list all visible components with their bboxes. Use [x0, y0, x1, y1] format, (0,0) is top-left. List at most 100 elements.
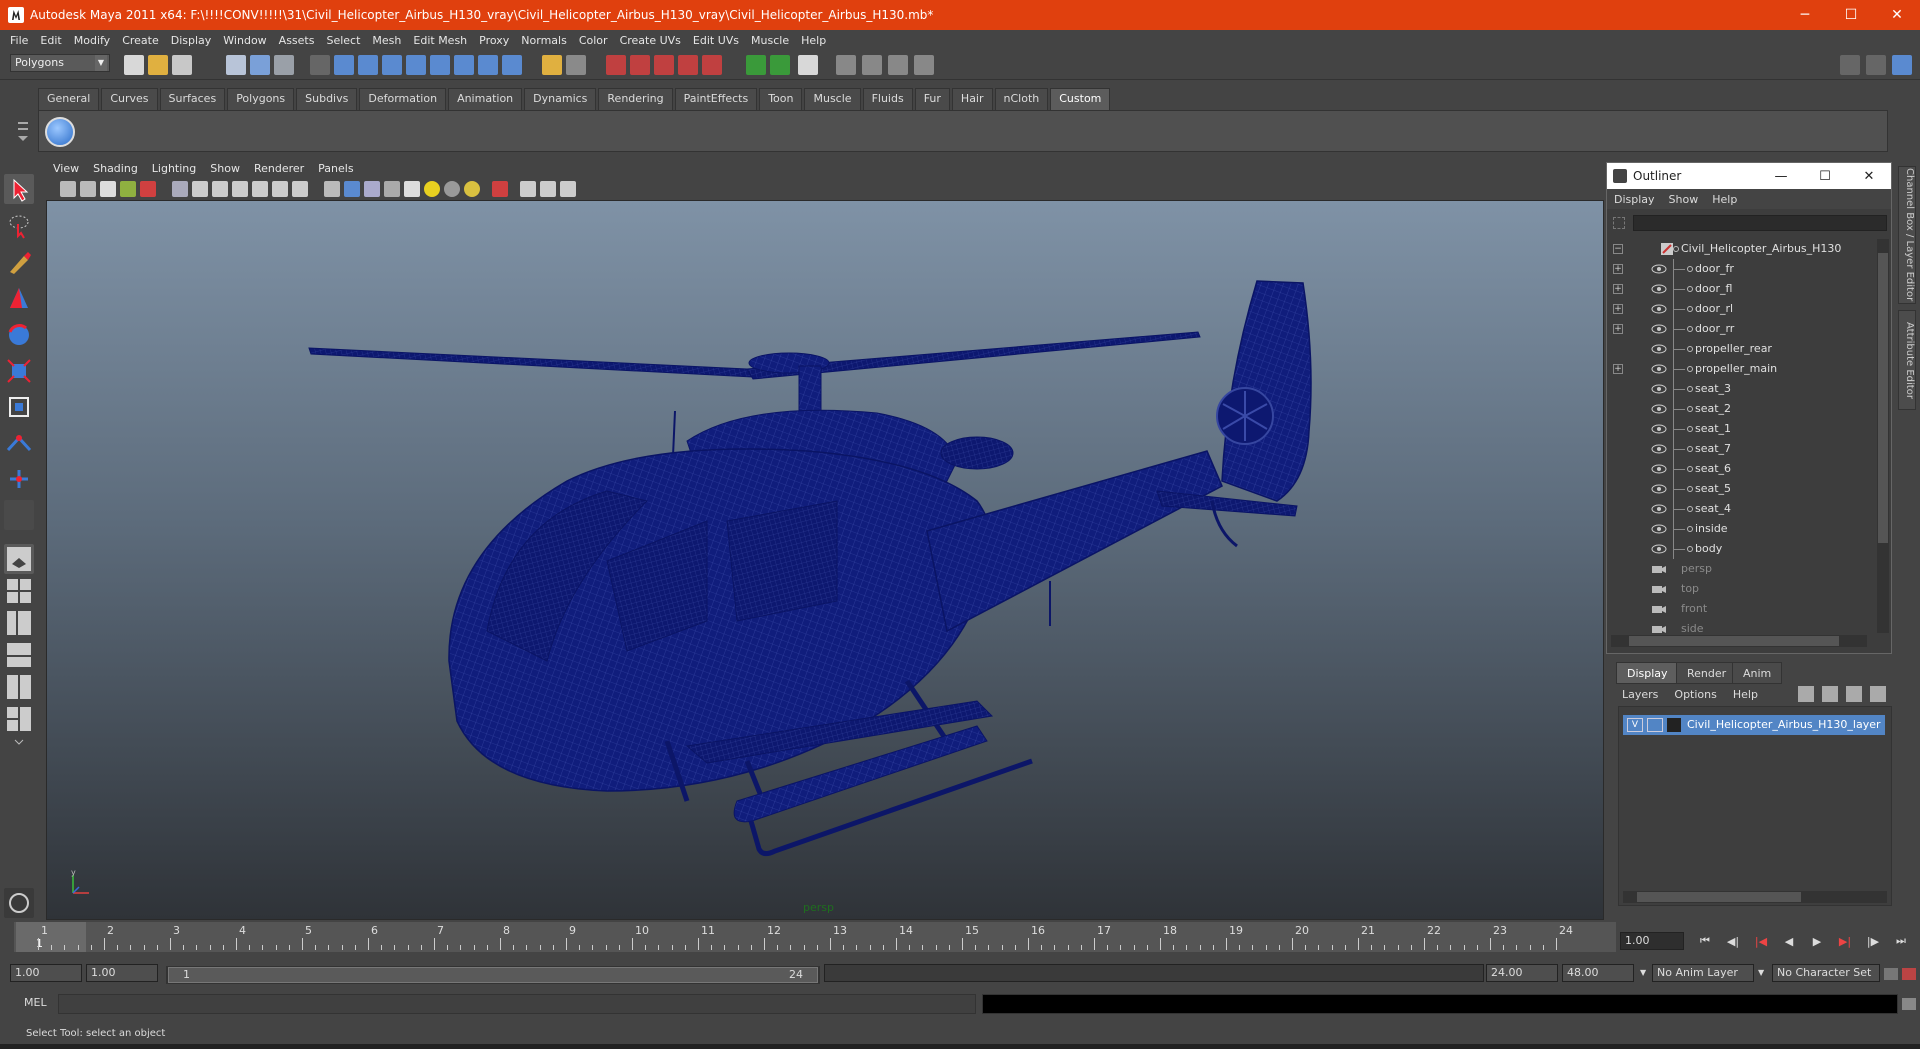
menu-muscle[interactable]: Muscle — [745, 34, 795, 47]
outliner-item[interactable]: seat_3 — [1607, 379, 1873, 399]
go-to-start-icon[interactable]: ⏮ — [1694, 934, 1716, 948]
layer-color-swatch[interactable] — [1667, 718, 1681, 732]
scale-tool-icon[interactable] — [4, 356, 34, 386]
new-scene-icon[interactable] — [124, 55, 144, 75]
chevron-down-icon[interactable]: ▼ — [1758, 968, 1764, 977]
current-time-field[interactable]: 1.00 — [1620, 932, 1684, 950]
absolute-transform-icon[interactable] — [798, 55, 818, 75]
attribute-editor-tab[interactable]: Attribute Editor — [1898, 310, 1916, 410]
open-scene-icon[interactable] — [148, 55, 168, 75]
four-pane-layout-icon[interactable] — [4, 576, 34, 606]
outliner-minimize-button[interactable]: — — [1759, 169, 1803, 184]
viewport-menu-shading[interactable]: Shading — [86, 162, 145, 175]
channel-box-layer-editor-tab[interactable]: Channel Box / Layer Editor — [1898, 166, 1916, 304]
clapboard-icon[interactable] — [862, 55, 882, 75]
layer-move-down-icon[interactable] — [1870, 686, 1886, 702]
input-ops-icon[interactable] — [566, 55, 586, 75]
lasso-tool-icon[interactable] — [4, 210, 34, 240]
helicopter-wireframe-model[interactable] — [47, 201, 1604, 920]
safe-action-icon[interactable] — [272, 181, 288, 197]
layer-move-up-icon[interactable] — [1846, 686, 1862, 702]
all-lights-icon[interactable] — [444, 181, 460, 197]
shelf-menu-icon[interactable] — [14, 116, 32, 146]
smooth-shade-icon[interactable] — [344, 181, 360, 197]
maximize-button[interactable]: ☐ — [1828, 0, 1874, 30]
outliner-item[interactable]: seat_7 — [1607, 439, 1873, 459]
save-scene-icon[interactable] — [172, 55, 192, 75]
shelf-tab-general[interactable]: General — [38, 88, 100, 110]
menu-display[interactable]: Display — [165, 34, 218, 47]
high-quality-icon[interactable] — [540, 181, 556, 197]
lock-selection-icon[interactable] — [310, 55, 330, 75]
menu-mesh[interactable]: Mesh — [366, 34, 407, 47]
hypershade-icon[interactable] — [888, 55, 908, 75]
perspective-viewport[interactable]: y persp — [46, 200, 1604, 920]
settings-icon[interactable] — [914, 55, 934, 75]
animation-end-field[interactable]: 48.00 — [1562, 964, 1634, 982]
outliner-maximize-button[interactable]: ☐ — [1803, 169, 1847, 184]
new-layer-icon[interactable] — [1798, 686, 1814, 702]
outliner-item[interactable]: propeller_rear — [1607, 339, 1873, 359]
scroll-thumb[interactable] — [1629, 636, 1839, 646]
grid-icon[interactable] — [172, 181, 188, 197]
shelf-tab-animation[interactable]: Animation — [448, 88, 523, 110]
outliner-persp-layout-icon[interactable] — [4, 608, 34, 638]
viewport-menu-view[interactable]: View — [46, 162, 86, 175]
outliner-item[interactable]: inside — [1607, 519, 1873, 539]
camera-attributes-icon[interactable] — [80, 181, 96, 197]
select-object-icon[interactable] — [250, 55, 270, 75]
shelf-tab-subdivs[interactable]: Subdivs — [296, 88, 358, 110]
viewport-menu-lighting[interactable]: Lighting — [145, 162, 203, 175]
outliner-camera-item[interactable]: side — [1607, 619, 1873, 633]
bookmarks-icon[interactable] — [100, 181, 116, 197]
script-editor-icon[interactable] — [1902, 998, 1916, 1010]
menu-edit[interactable]: Edit — [34, 34, 67, 47]
outliner-item[interactable]: + propeller_main — [1607, 359, 1873, 379]
snap-surface-icon[interactable] — [430, 55, 450, 75]
filter-icon[interactable] — [1613, 217, 1625, 229]
shelf-tab-fluids[interactable]: Fluids — [862, 88, 913, 110]
layer-menu-options[interactable]: Options — [1666, 688, 1724, 701]
hypershade-persp-layout-icon[interactable] — [4, 672, 34, 702]
outliner-filter-input[interactable] — [1633, 215, 1887, 231]
command-input[interactable] — [58, 994, 976, 1014]
paint-select-tool-icon[interactable] — [4, 248, 34, 278]
shelf-tab-muscle[interactable]: Muscle — [804, 88, 861, 110]
shelf-tab-rendering[interactable]: Rendering — [598, 88, 673, 110]
isolate-select-icon[interactable] — [492, 181, 508, 197]
step-forward-frame-icon[interactable]: ▶| — [1834, 935, 1856, 948]
outliner-horizontal-scrollbar[interactable] — [1611, 635, 1867, 647]
expand-icon[interactable]: + — [1613, 304, 1623, 314]
minimize-button[interactable]: ─ — [1782, 0, 1828, 30]
anim-layer-dropdown[interactable]: No Anim Layer — [1652, 964, 1754, 982]
menu-create-uvs[interactable]: Create UVs — [614, 34, 687, 47]
help-question-icon[interactable] — [502, 55, 522, 75]
play-forwards-icon[interactable]: ▶ — [1806, 935, 1828, 948]
default-light-icon[interactable] — [424, 181, 440, 197]
outliner-menu-help[interactable]: Help — [1705, 193, 1744, 206]
menu-window[interactable]: Window — [217, 34, 272, 47]
menu-help[interactable]: Help — [795, 34, 832, 47]
snap-point-icon[interactable] — [382, 55, 402, 75]
construction-history-icon[interactable] — [606, 55, 626, 75]
checkmark-shelf-button-icon[interactable] — [45, 117, 75, 147]
film-gate-icon[interactable] — [192, 181, 208, 197]
field-chart-icon[interactable] — [252, 181, 268, 197]
menu-proxy[interactable]: Proxy — [473, 34, 515, 47]
manipulator-tool-icon[interactable] — [4, 392, 34, 422]
x-ray-icon[interactable] — [404, 181, 420, 197]
select-tool-icon[interactable] — [4, 174, 34, 204]
menu-normals[interactable]: Normals — [515, 34, 573, 47]
range-slider-handle[interactable]: 1 24 — [168, 967, 818, 983]
select-component-icon[interactable] — [274, 55, 294, 75]
shelf-tab-fur[interactable]: Fur — [914, 88, 950, 110]
menu-edit-uvs[interactable]: Edit UVs — [687, 34, 745, 47]
outliner-close-button[interactable]: ✕ — [1847, 169, 1891, 184]
rotate-tool-icon[interactable] — [4, 320, 34, 350]
outliner-menu-show[interactable]: Show — [1662, 193, 1706, 206]
go-to-end-icon[interactable]: ⏭ — [1890, 934, 1912, 948]
shadows-icon[interactable] — [464, 181, 480, 197]
outliner-vertical-scrollbar[interactable] — [1877, 239, 1889, 633]
resolution-gate-icon[interactable] — [212, 181, 228, 197]
snap-view-icon[interactable] — [478, 55, 498, 75]
